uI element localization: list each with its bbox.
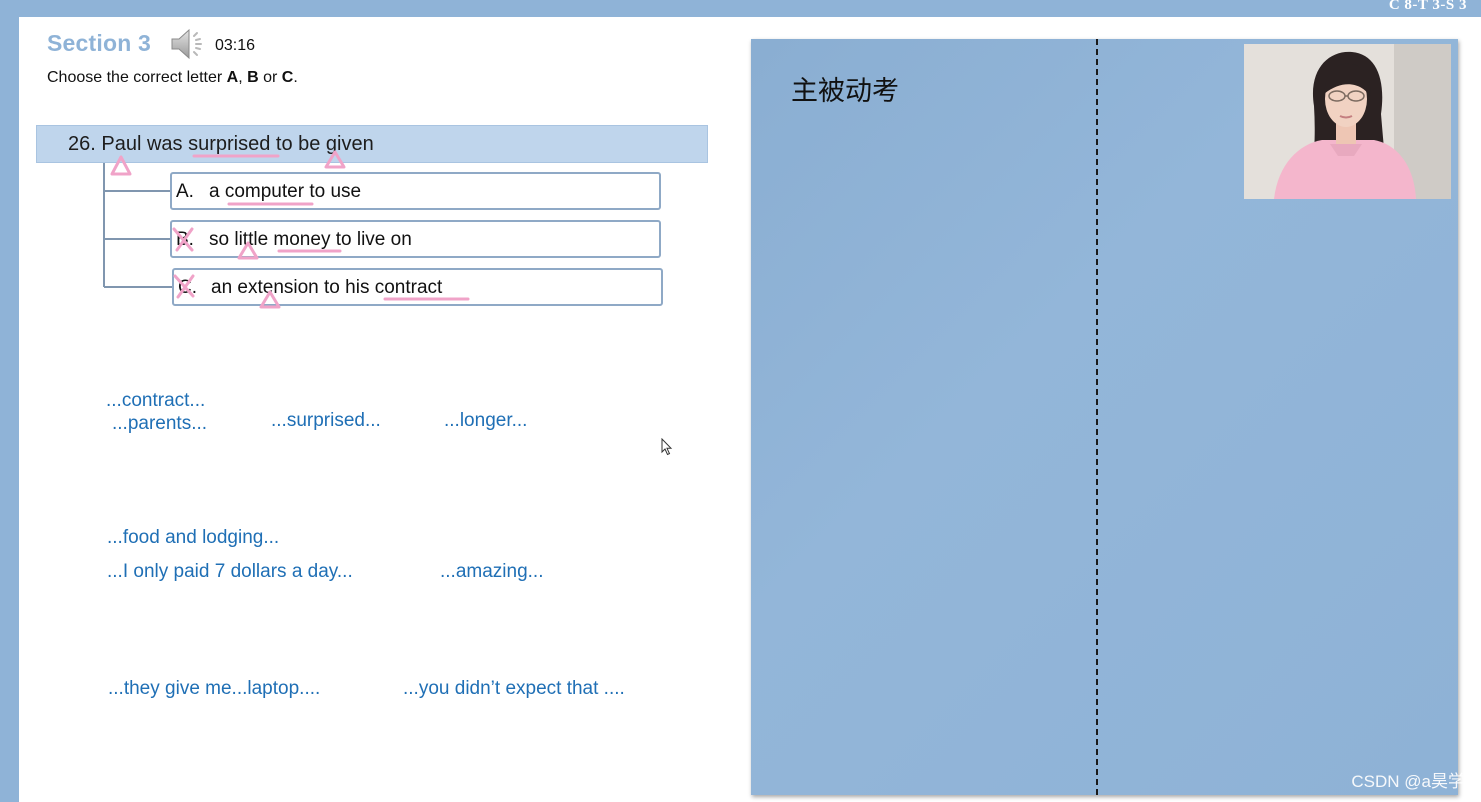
option-text: a computer to use: [209, 181, 362, 202]
question-bar: 26. Paul was surprised to be given: [36, 125, 708, 163]
keyword-longer: ...longer...: [444, 410, 528, 431]
instruction-text: Choose the correct letter A, B or C.: [47, 69, 298, 86]
option-letter: B.: [176, 229, 194, 250]
cursor-icon: [661, 438, 673, 456]
option-c[interactable]: C. an extension to his contract: [172, 268, 663, 306]
section-title: Section 3: [47, 30, 152, 56]
slide-label: C 8-T 3-S 3: [1388, 0, 1467, 13]
audio-timer: 03:16: [215, 37, 256, 54]
option-text: so little money to live on: [209, 229, 412, 250]
question-text: 26. Paul was surprised to be given: [68, 133, 374, 155]
webcam-video[interactable]: [1244, 44, 1451, 199]
option-b[interactable]: B. so little money to live on: [170, 220, 661, 258]
watermark: CSDN @a昊学: [1351, 772, 1465, 791]
keyword-amazing: ...amazing...: [440, 561, 544, 582]
keyword-expect: ...you didn’t expect that ....: [403, 678, 625, 699]
keyword-laptop: ...they give me...laptop....: [108, 678, 321, 699]
keyword-contract: ...contract...: [106, 390, 206, 411]
option-letter: C.: [178, 277, 197, 298]
option-a[interactable]: A. a computer to use: [170, 172, 661, 210]
option-connector-lines: [103, 163, 172, 288]
option-letter: A.: [176, 181, 194, 202]
speaker-icon[interactable]: [169, 28, 211, 60]
keyword-parents: ...parents...: [112, 413, 208, 434]
keyword-surprised: ...surprised...: [271, 410, 381, 431]
option-text: an extension to his contract: [211, 277, 443, 298]
keyword-food-lodging: ...food and lodging...: [107, 527, 280, 548]
presenter-image: [1244, 44, 1451, 199]
whiteboard-divider: [1096, 39, 1098, 795]
keyword-paid: ...I only paid 7 dollars a day...: [107, 561, 353, 582]
whiteboard-title: 主被动考: [791, 76, 899, 107]
